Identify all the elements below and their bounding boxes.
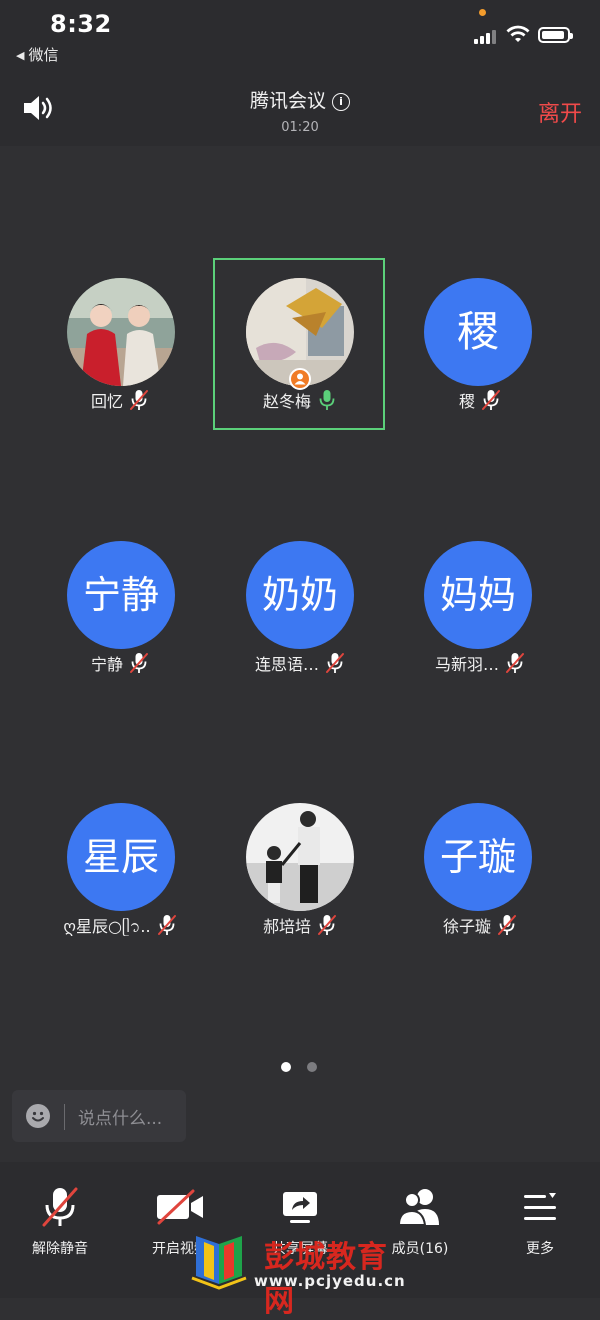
mic-muted-icon — [482, 390, 500, 410]
avatar-initials: 稷 — [456, 307, 499, 356]
mic-muted-icon — [42, 1187, 78, 1227]
participant-tile[interactable]: 妈妈马新羽… — [390, 541, 570, 711]
mic-muted-icon — [130, 390, 148, 410]
mic-muted-icon — [506, 653, 524, 673]
participant-name: 宁静 — [90, 655, 123, 674]
participant-tile[interactable]: 回忆 — [30, 278, 210, 448]
page-dot — [307, 1062, 317, 1072]
wifi-icon — [506, 25, 530, 42]
participant-name-row: ღ星辰○ᥫ᭡.. — [30, 913, 210, 944]
participant-name: ღ星辰○ᥫ᭡.. — [63, 917, 151, 936]
more-button[interactable]: 更多 — [485, 1184, 595, 1258]
share-screen-icon — [283, 1192, 317, 1223]
chat-divider — [64, 1104, 65, 1130]
more-menu-icon — [524, 1193, 556, 1220]
avatar-initials: 奶奶 — [261, 573, 338, 617]
participant-avatar — [246, 803, 354, 911]
participant-name-row: 徐子璇 — [390, 913, 570, 937]
meeting-title: 腾讯会议 — [249, 90, 326, 112]
page-dot-active — [281, 1062, 291, 1072]
back-triangle-icon: ◀ — [16, 49, 25, 62]
unmute-label: 解除静音 — [32, 1241, 88, 1257]
site-watermark: 彭城教育网 www.pcjyedu.cn — [188, 1232, 418, 1319]
leave-button[interactable]: 离开 — [538, 96, 582, 128]
avatar-initials: 星辰 — [82, 835, 159, 879]
participant-avatar: 稷 — [424, 278, 532, 386]
avatar-photo-family — [246, 803, 354, 911]
participant-name-row: 赵冬梅 — [210, 388, 390, 412]
info-icon[interactable]: i — [332, 93, 350, 111]
meeting-header: 腾讯会议 i 01:20 离开 — [0, 70, 600, 146]
participant-name-row: 宁静 — [30, 651, 210, 675]
participant-name: 徐子璇 — [442, 917, 491, 936]
participant-name-row: 回忆 — [30, 388, 210, 412]
host-badge-icon — [289, 368, 311, 390]
participant-name: 马新羽… — [434, 655, 499, 674]
watermark-url: www.pcjyedu.cn — [254, 1272, 406, 1290]
participant-name: 郝培培 — [262, 917, 311, 936]
participant-name: 稷 — [458, 392, 475, 411]
more-label: 更多 — [526, 1241, 554, 1257]
chat-placeholder: 说点什么... — [78, 1109, 163, 1129]
participant-tile[interactable]: 郝培培 — [210, 803, 390, 973]
chat-input[interactable]: 说点什么... — [12, 1090, 186, 1142]
participant-tile[interactable]: 奶奶连思语… — [210, 541, 390, 711]
unmute-button[interactable]: 解除静音 — [5, 1184, 115, 1258]
avatar-initials: 子璇 — [439, 835, 516, 879]
back-to-app-link[interactable]: ◀ 微信 — [16, 44, 58, 65]
participant-tile[interactable]: 稷稷 — [390, 278, 570, 448]
book-logo-icon — [191, 1236, 247, 1290]
mic-muted-icon — [318, 915, 336, 935]
status-bar: 8:32 ◀ 微信 — [0, 0, 600, 70]
mic-muted-icon — [498, 915, 516, 935]
mic-active-icon — [319, 390, 335, 410]
participant-tile[interactable]: 宁静 宁静 — [30, 541, 210, 711]
video-off-icon — [157, 1189, 203, 1225]
participant-name-row: 马新羽… — [390, 651, 570, 675]
clock: 8:32 — [50, 10, 112, 38]
avatar-initials: 宁静 — [82, 573, 159, 617]
participant-avatar: 宁静 — [67, 541, 175, 649]
back-app-label: 微信 — [28, 46, 59, 64]
participant-tile[interactable]: 子璇 徐子璇 — [390, 803, 570, 973]
meeting-timer: 01:20 — [281, 120, 319, 135]
members-icon — [397, 1189, 439, 1226]
battery-icon — [538, 27, 573, 43]
privacy-indicator-icon — [479, 9, 486, 16]
participant-name-row: 郝培培 — [210, 913, 390, 937]
participant-name-row: 稷 — [390, 388, 570, 412]
participant-avatar: 奶奶 — [246, 541, 354, 649]
avatar-photo-couple — [67, 278, 175, 386]
cellular-signal-icon — [474, 28, 500, 44]
mic-muted-icon — [326, 653, 344, 673]
participant-name: 赵冬梅 — [262, 392, 311, 411]
participant-tile[interactable]: 星辰 ღ星辰○ᥫ᭡.. — [30, 803, 210, 973]
emoji-icon[interactable] — [26, 1104, 50, 1128]
participant-name: 回忆 — [90, 392, 123, 411]
participant-avatar: 妈妈 — [424, 541, 532, 649]
participant-name: 连思语… — [254, 655, 319, 674]
participant-tile[interactable]: 赵冬梅 — [210, 278, 390, 448]
mic-muted-icon — [130, 653, 148, 673]
participant-avatar — [67, 278, 175, 386]
participant-avatar: 星辰 — [67, 803, 175, 911]
participant-name-row: 连思语… — [210, 651, 390, 675]
mic-muted-icon — [157, 915, 176, 935]
participant-avatar: 子璇 — [424, 803, 532, 911]
avatar-initials: 妈妈 — [439, 573, 516, 617]
